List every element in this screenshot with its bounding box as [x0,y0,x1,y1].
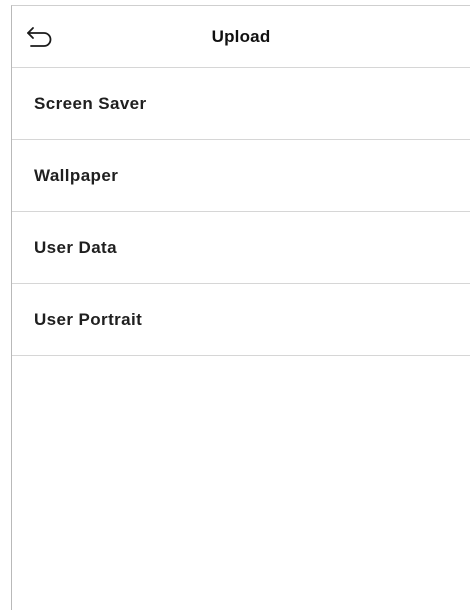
device-frame: Upload Screen Saver Wallpaper User Data … [0,0,470,610]
menu-item-screen-saver[interactable]: Screen Saver [12,68,470,140]
header-bar: Upload [12,6,470,68]
menu-list: Screen Saver Wallpaper User Data User Po… [12,68,470,356]
menu-item-label: Screen Saver [34,93,147,113]
menu-item-wallpaper[interactable]: Wallpaper [12,140,470,212]
menu-item-label: Wallpaper [34,165,119,185]
upload-screen: Upload Screen Saver Wallpaper User Data … [11,5,470,610]
menu-item-label: User Data [34,237,117,257]
back-button[interactable] [20,20,60,54]
page-title: Upload [211,27,271,46]
menu-item-user-portrait[interactable]: User Portrait [12,284,470,356]
back-arrow-icon [27,27,52,47]
menu-item-label: User Portrait [34,309,143,329]
menu-item-user-data[interactable]: User Data [12,212,470,284]
